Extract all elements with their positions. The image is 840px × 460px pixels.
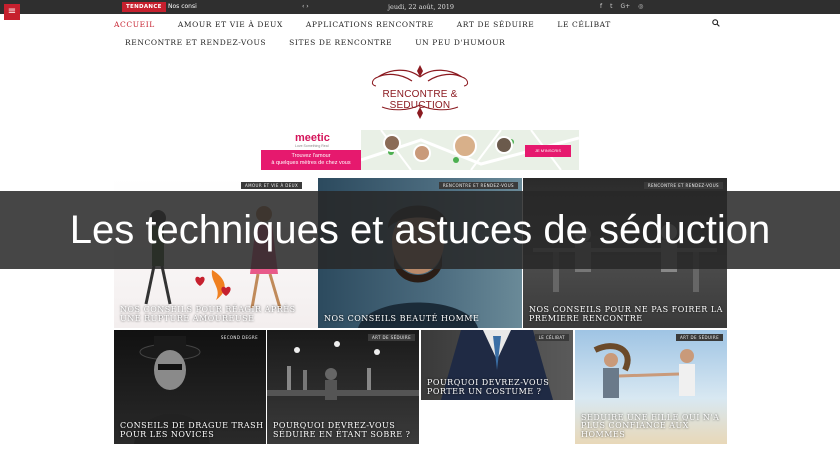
tile-category-badge[interactable]: ART DE SÉDUIRE [676,334,723,341]
top-bar: TENDANCE Nos consi ‹ › jeudi, 22 août, 2… [0,0,840,14]
trending-label: TENDANCE [122,2,166,12]
tile-category-badge[interactable]: RENCONTRE ET RENDEZ-VOUS [643,182,723,189]
ad-profile-photo [413,144,431,162]
nav-item-amour[interactable]: AMOUR ET VIE À DEUX [178,20,283,29]
tile-category-badge[interactable]: ART DE SÉDUIRE [368,334,415,341]
tile-title[interactable]: NOS CONSEILS POUR NE PAS FOIRER LA PREMI… [529,305,723,323]
social-links: f t G+ ◎ [600,2,643,12]
tile-title[interactable]: CONSEILS DE DRAGUE TRASH POUR LES NOVICE… [120,421,266,439]
twitter-icon[interactable]: t [610,2,612,12]
nav-item-humour[interactable]: UN PEU D'HUMOUR [415,38,505,47]
hero-title: Les techniques et astuces de séduction [69,208,771,252]
nav-item-rencontre[interactable]: RENCONTRE ET RENDEZ-VOUS [125,38,266,47]
ad-profile-photo [383,134,401,152]
ad-brand-panel: meetic Love Something Real Trouvez l'amo… [261,130,361,170]
tile-title[interactable]: NOS CONSEILS POUR RÉAGIR APRÈS UNE RUPTU… [120,305,314,323]
article-tile[interactable]: ART DE SÉDUIRE POURQUOI DEVREZ-VOUS SÉDU… [267,330,419,444]
main-nav: ACCUEIL AMOUR ET VIE À DEUX APPLICATIONS… [114,15,728,51]
search-icon[interactable] [712,19,720,27]
nav-item-art-de-seduire[interactable]: ART DE SÉDUIRE [457,20,535,29]
tile-category-badge[interactable]: RENCONTRE ET RENDEZ-VOUS [438,182,518,189]
ad-brand-logo: meetic [295,132,330,144]
ad-signup-button[interactable]: JE M'INSCRIS [525,145,571,157]
nav-item-applications[interactable]: APPLICATIONS RENCONTRE [306,20,434,29]
tile-title[interactable]: SEDUIRE UNE FILLE QUI N'A PLUS CONFIANCE… [581,413,727,440]
nav-item-sites[interactable]: SITES DE RENCONTRE [289,38,392,47]
site-logo[interactable]: RENCONTRE & SEDUCTION [356,63,484,121]
tile-category-badge[interactable]: LE CÉLIBAT [534,334,569,341]
tile-title[interactable]: POURQUOI DEVREZ-VOUS PORTER UN COSTUME ? [427,378,573,396]
article-tile[interactable]: ART DE SÉDUIRE SEDUIRE UNE FILLE QUI N'A… [575,330,727,444]
ad-tagline: Love Something Real [295,144,329,148]
tile-title[interactable]: NOS CONSEILS BEAUTÉ HOMME [324,314,479,324]
meetic-ad-banner[interactable]: meetic Love Something Real Trouvez l'amo… [261,130,579,170]
instagram-icon[interactable]: ◎ [638,2,643,12]
ad-profile-photo [495,136,513,154]
tile-category-badge[interactable]: SECOND DEGRE [217,334,262,341]
trending-ticker-link[interactable]: Nos consi [168,2,197,12]
article-tile[interactable]: LE CÉLIBAT POURQUOI DEVREZ-VOUS PORTER U… [421,330,573,400]
ticker-arrows[interactable]: ‹ › [302,2,309,12]
current-date: jeudi, 22 août, 2019 [388,3,455,11]
hamburger-icon[interactable]: ≡ [4,4,20,20]
ad-pitch: Trouvez l'amour à quelques mètres de che… [261,150,361,170]
ad-pitch-line2: à quelques mètres de chez vous [271,160,351,166]
nav-item-accueil[interactable]: ACCUEIL [114,20,155,29]
article-tile[interactable]: SECOND DEGRE CONSEILS DE DRAGUE TRASH PO… [114,330,266,444]
facebook-icon[interactable]: f [600,2,602,12]
nav-row-primary: ACCUEIL AMOUR ET VIE À DEUX APPLICATIONS… [114,15,728,33]
ad-pitch-line1: Trouvez l'amour [291,153,331,159]
nav-row-secondary: RENCONTRE ET RENDEZ-VOUS SITES DE RENCON… [114,33,728,51]
hero-title-band: Les techniques et astuces de séduction [0,191,840,269]
google-plus-icon[interactable]: G+ [620,2,630,12]
logo-text: RENCONTRE & SEDUCTION [382,89,458,111]
ad-profile-photo [453,134,477,158]
tile-title[interactable]: POURQUOI DEVREZ-VOUS SÉDUIRE EN ÉTANT SO… [273,421,419,439]
nav-item-celibat[interactable]: LE CÉLIBAT [557,20,611,29]
tile-category-badge[interactable]: AMOUR ET VIE À DEUX [241,182,303,189]
